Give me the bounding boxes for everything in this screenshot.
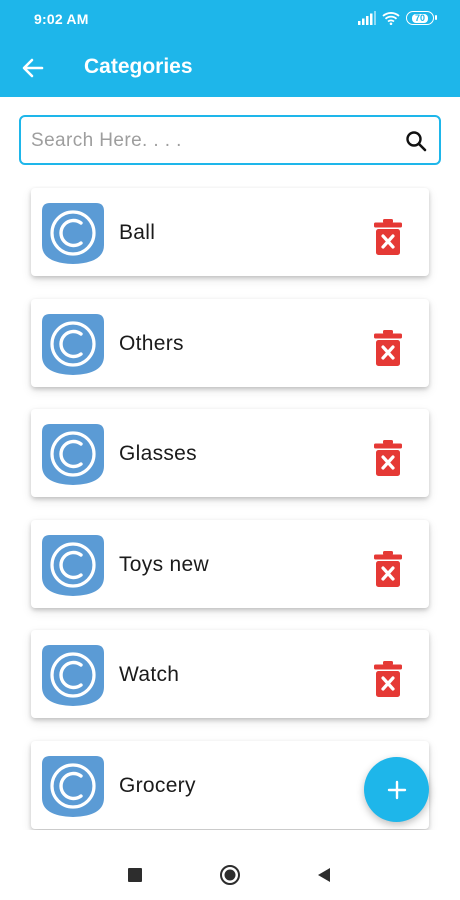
back-button[interactable] bbox=[18, 54, 48, 82]
status-time: 9:02 AM bbox=[34, 11, 89, 27]
search-icon bbox=[406, 131, 427, 152]
category-card[interactable]: Glasses bbox=[31, 409, 429, 497]
search-input[interactable] bbox=[31, 127, 391, 155]
category-card[interactable]: Others bbox=[31, 298, 429, 387]
category-logo-icon bbox=[40, 312, 106, 376]
category-name: Toys new bbox=[119, 552, 209, 576]
search-button[interactable] bbox=[403, 128, 429, 154]
category-name: Watch bbox=[119, 663, 180, 686]
category-card[interactable]: Ball bbox=[31, 188, 429, 276]
battery-level: 70 bbox=[411, 13, 428, 23]
category-logo-icon bbox=[40, 533, 106, 597]
delete-icon[interactable] bbox=[373, 661, 403, 697]
category-card[interactable]: Toys new bbox=[31, 519, 429, 608]
plus-icon bbox=[387, 780, 406, 799]
category-list[interactable]: Ball Others Glasses Toys new Watch Groce… bbox=[0, 186, 460, 830]
system-nav-bar bbox=[0, 830, 460, 900]
delete-icon[interactable] bbox=[373, 440, 403, 476]
back-icon bbox=[318, 868, 330, 882]
category-logo-icon bbox=[40, 754, 106, 818]
arrow-back-icon bbox=[22, 58, 44, 78]
delete-icon[interactable] bbox=[373, 219, 403, 255]
home-button[interactable] bbox=[217, 862, 243, 888]
status-bar: 9:02 AM 70 bbox=[0, 0, 460, 36]
delete-icon[interactable] bbox=[373, 550, 403, 587]
signal-icon bbox=[358, 11, 376, 25]
add-category-button[interactable] bbox=[364, 757, 429, 822]
category-name: Glasses bbox=[119, 442, 197, 465]
home-icon bbox=[220, 865, 240, 885]
search-box bbox=[19, 115, 441, 165]
wifi-icon bbox=[382, 12, 400, 25]
category-logo-icon bbox=[40, 201, 106, 265]
page-title: Categories bbox=[84, 55, 193, 78]
category-name: Ball bbox=[119, 221, 156, 244]
status-icons: 70 bbox=[358, 10, 437, 26]
recent-apps-icon bbox=[128, 868, 142, 882]
category-name: Grocery bbox=[119, 773, 196, 797]
app-bar: 9:02 AM 70 Categories bbox=[0, 0, 460, 97]
delete-icon[interactable] bbox=[373, 329, 403, 366]
category-logo-icon bbox=[40, 422, 106, 486]
category-logo-icon bbox=[40, 643, 106, 707]
category-name: Others bbox=[119, 331, 184, 355]
category-card[interactable]: Watch bbox=[31, 630, 429, 718]
nav-back-button[interactable] bbox=[311, 862, 337, 888]
battery-icon: 70 bbox=[406, 11, 437, 25]
recent-apps-button[interactable] bbox=[122, 862, 148, 888]
